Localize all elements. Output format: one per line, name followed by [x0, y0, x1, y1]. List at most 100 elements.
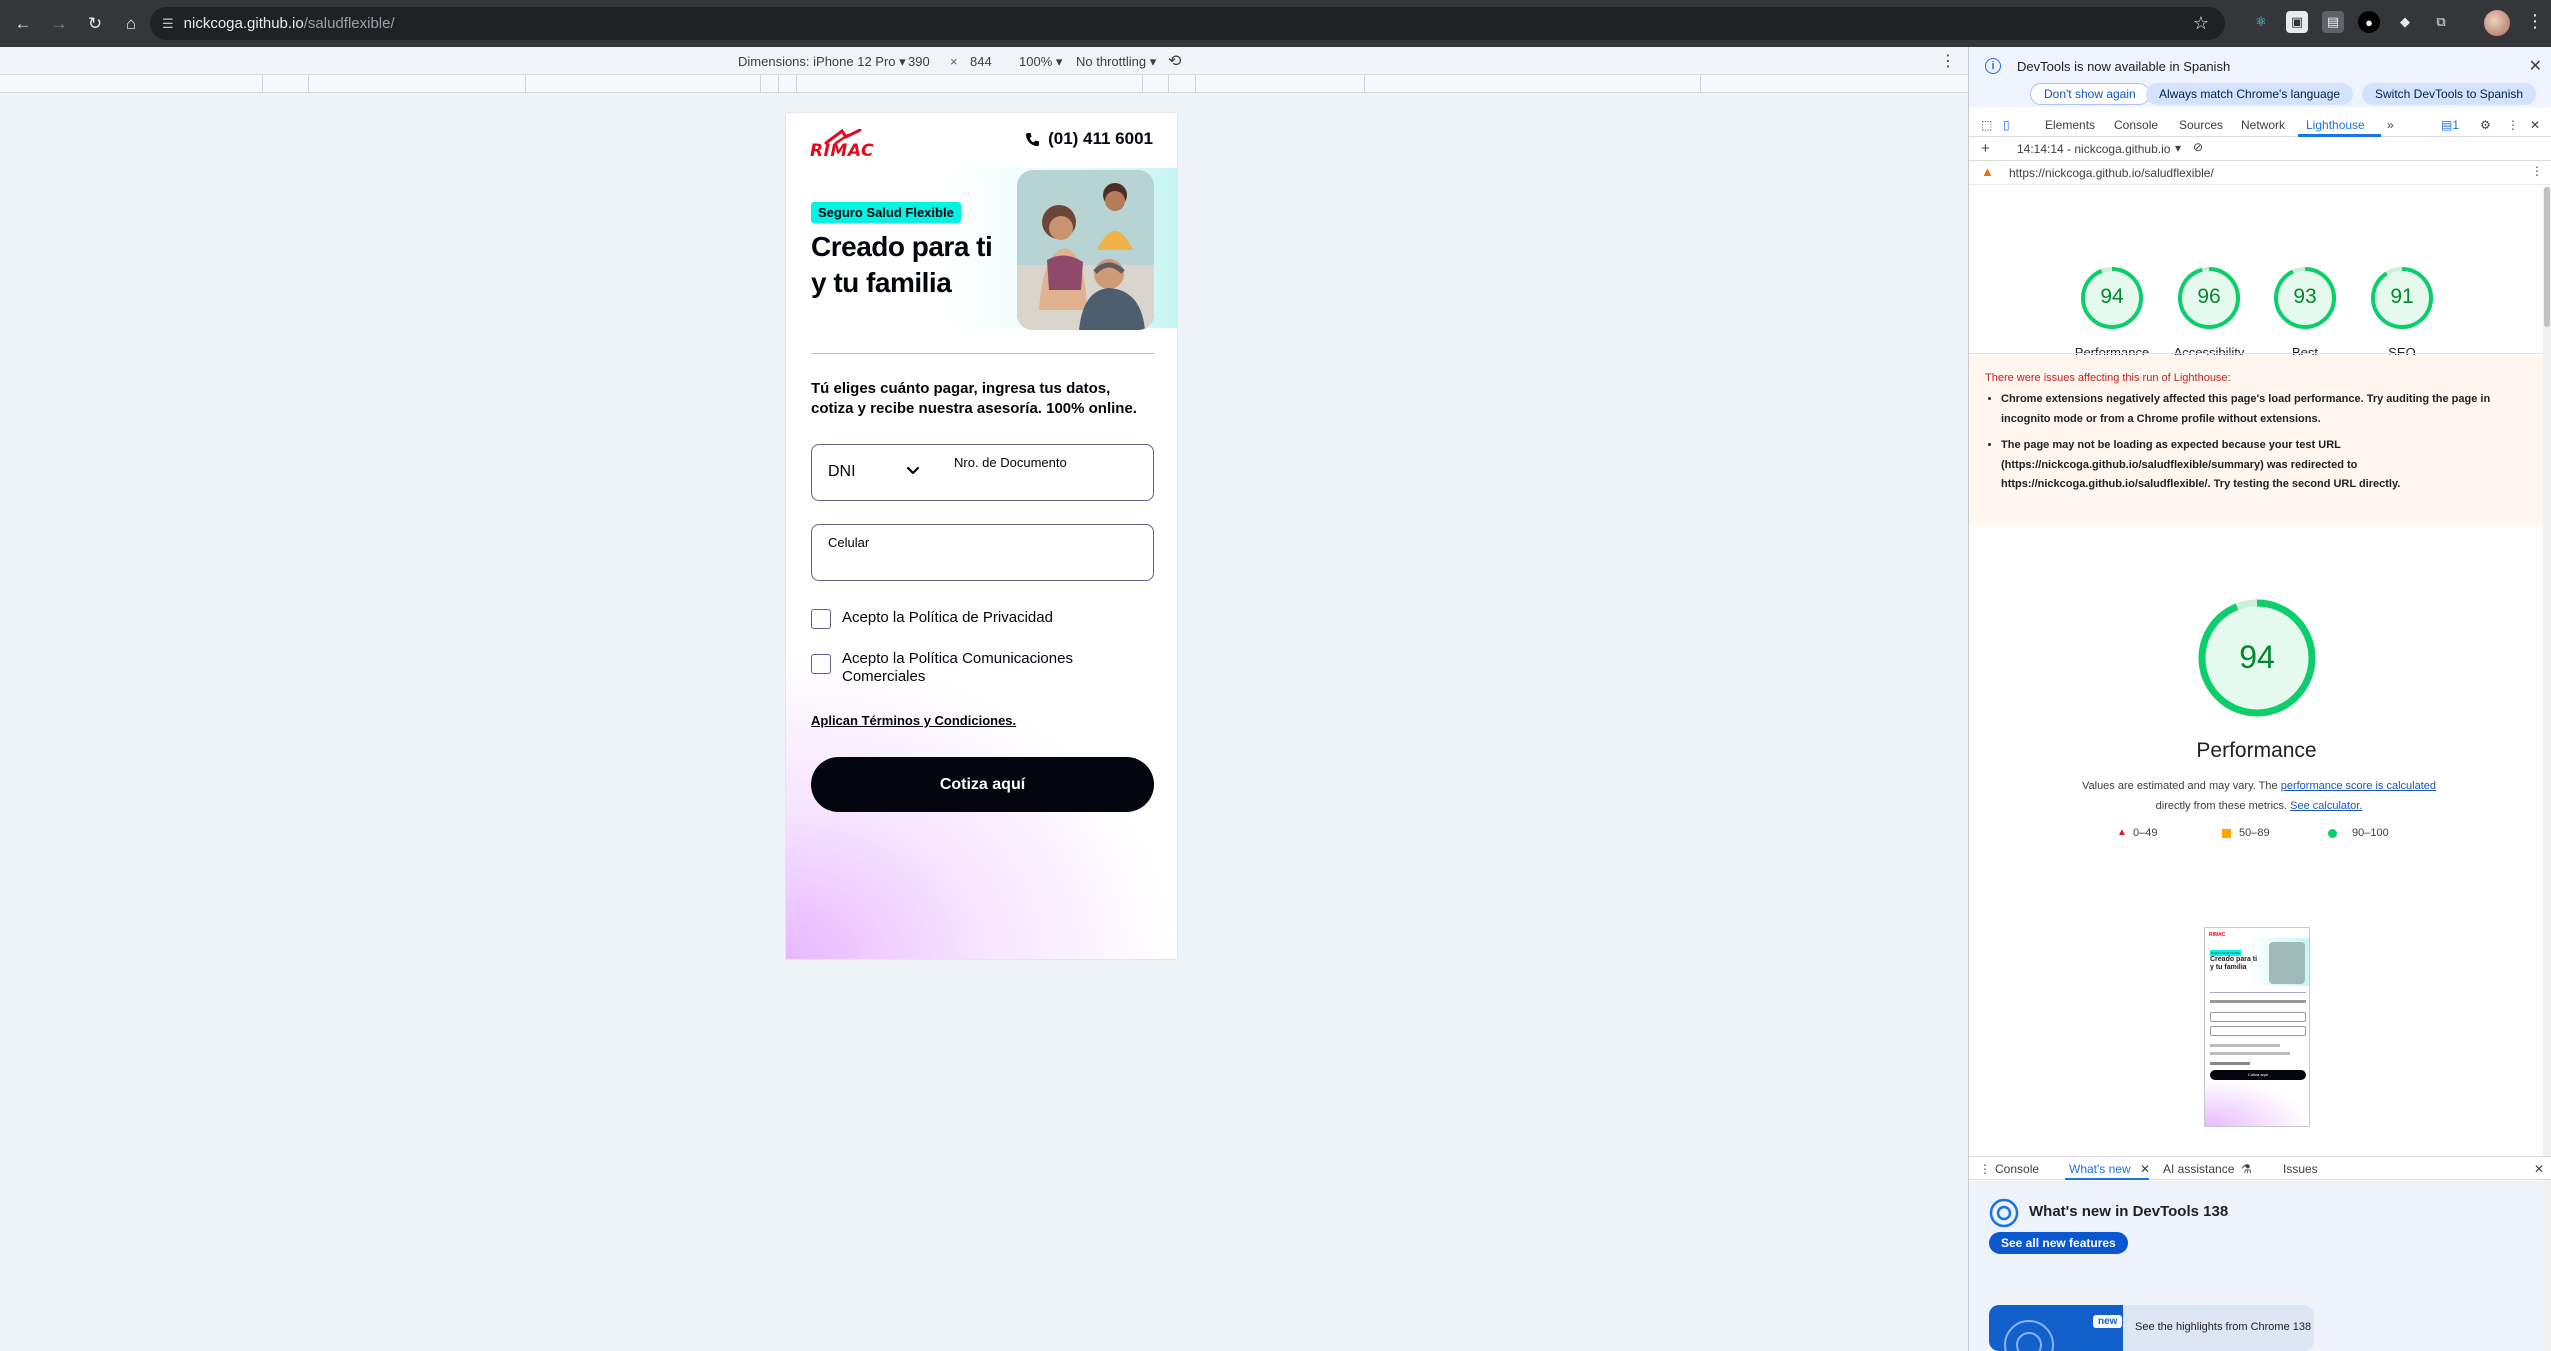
page-screenshot-thumbnail[interactable]: RIMAC Seguro Salud Flexible Creado para … [2204, 927, 2310, 1127]
address-bar[interactable]: ☰ nickcoga.github.io/saludflexible/ ☆ [150, 7, 2225, 40]
devtools-menu-icon[interactable]: ⋮ [2507, 118, 2519, 132]
media-query-ruler [0, 75, 1968, 93]
tab-sources[interactable]: Sources [2179, 118, 2223, 132]
drawer-menu-icon[interactable]: ⋮ [1979, 1162, 1991, 1176]
more-tabs-icon[interactable]: » [2387, 118, 2394, 132]
device-toggle-icon[interactable]: ▯ [2003, 118, 2010, 132]
privacy-checkbox[interactable] [811, 609, 831, 629]
tab-lighthouse[interactable]: Lighthouse [2306, 118, 2365, 132]
performance-note: Values are estimated and may vary. The p… [2081, 780, 2436, 812]
whats-new-panel: What's new in DevTools 138 See all new f… [1969, 1181, 2551, 1351]
lighthouse-url-bar: ▲ https://nickcoga.github.io/saludflexib… [1969, 161, 2551, 185]
site-info-icon[interactable]: ☰ [162, 16, 174, 32]
legend-average: 50–89 [2239, 827, 2270, 839]
extension-icon[interactable]: ▤ [2322, 11, 2344, 33]
legend-fail: 0–49 [2133, 827, 2158, 839]
switch-to-spanish-button[interactable]: Switch DevTools to Spanish [2362, 83, 2537, 105]
url-host: nickcoga.github.io [183, 15, 304, 32]
url-path: /saludflexible/ [303, 15, 395, 32]
thumb-title: Creado para ti y tu familia [2210, 956, 2258, 971]
phone-input-field[interactable]: Celular [811, 524, 1154, 581]
close-icon[interactable]: ✕ [2529, 56, 2542, 76]
tab-elements[interactable]: Elements [2045, 118, 2095, 132]
legend-pass: 90–100 [2352, 827, 2389, 839]
average-square-icon [2222, 829, 2231, 838]
communications-checkbox[interactable] [811, 654, 831, 674]
chrome-devtools-icon [1989, 1198, 2019, 1228]
tab-console[interactable]: Console [2114, 118, 2158, 132]
diamond-extension-icon[interactable]: ◆ [2394, 11, 2416, 33]
image-extension-icon[interactable]: ▣ [2286, 11, 2308, 33]
flask-icon: ⚗ [2241, 1162, 2252, 1176]
device-width-input[interactable]: 390 [908, 54, 930, 69]
rimac-logo[interactable]: RIMAC [810, 125, 876, 163]
settings-gear-icon[interactable]: ⚙ [2480, 118, 2491, 132]
match-language-button[interactable]: Always match Chrome's language [2146, 83, 2354, 105]
zoom-select[interactable]: 100% ▾ [1019, 54, 1062, 70]
phone-number-text: (01) 411 6001 [1048, 129, 1153, 148]
rotate-icon[interactable]: ⟲ [1168, 51, 1181, 71]
drawer-tab-whats-new[interactable]: What's new [2069, 1162, 2131, 1176]
drawer-tab-ai-assistance[interactable]: AI assistance [2163, 1162, 2234, 1176]
reload-icon[interactable]: ↻ [82, 11, 108, 37]
back-arrow-icon[interactable]: ← [10, 11, 36, 37]
score-calculated-link[interactable]: performance score is calculated [2281, 780, 2436, 792]
report-menu-icon[interactable]: ⋮ [2531, 164, 2543, 178]
clear-reports-icon[interactable]: ⊘ [2193, 140, 2203, 154]
highlights-card[interactable]: new See the highlights from Chrome 138 [1989, 1305, 2314, 1351]
react-extension-icon[interactable]: ⚛ [2250, 11, 2272, 33]
close-devtools-icon[interactable]: ✕ [2530, 118, 2540, 132]
forward-arrow-icon[interactable]: → [46, 11, 72, 37]
inspect-element-icon[interactable]: ⬚ [1981, 118, 1992, 132]
drawer-tab-issues[interactable]: Issues [2283, 1162, 2318, 1176]
browser-toolbar: ← → ↻ ⌂ ☰ nickcoga.github.io/saludflexib… [0, 0, 2551, 47]
report-url[interactable]: https://nickcoga.github.io/saludflexible… [2009, 166, 2214, 180]
phone-contact-link[interactable]: (01) 411 6001 [1025, 129, 1153, 149]
report-scrollbar[interactable] [2543, 187, 2551, 1197]
highlights-text: See the highlights from Chrome 138 [2135, 1321, 2312, 1333]
terms-link[interactable]: Aplican Términos y Condiciones. [811, 713, 1016, 728]
chrome-menu-icon[interactable]: ⋮ [2526, 11, 2544, 32]
device-toolbar-menu-icon[interactable]: ⋮ [1940, 51, 1956, 71]
chevron-down-icon[interactable] [904, 461, 922, 479]
performance-heading: Performance [2196, 739, 2317, 762]
new-badge: new [2093, 1315, 2123, 1328]
warning-item: Chrome extensions negatively affected th… [2001, 390, 2511, 429]
bookmark-star-icon[interactable]: ☆ [2193, 13, 2209, 34]
performance-score-large: 94 [2239, 639, 2275, 675]
devtools-panel: i DevTools is now available in Spanish ✕… [1968, 47, 2551, 1351]
warning-item: The page may not be loading as expected … [2001, 436, 2511, 495]
tab-network[interactable]: Network [2241, 118, 2285, 132]
drawer-scrollbar[interactable] [2544, 1181, 2551, 1351]
close-whats-new-icon[interactable]: ✕ [2140, 1162, 2150, 1176]
banner-message: DevTools is now available in Spanish [2017, 59, 2231, 74]
close-drawer-icon[interactable]: ✕ [2534, 1162, 2544, 1176]
communications-checkbox-label: Acepto la Política Comunicaciones Comerc… [842, 650, 1073, 685]
home-icon[interactable]: ⌂ [118, 11, 144, 37]
hero-description: Tú eliges cuánto pagar, ingresa tus dato… [811, 380, 1137, 417]
document-type-select[interactable]: DNI [828, 463, 856, 481]
lighthouse-warnings: There were issues affecting this run of … [1969, 355, 2544, 525]
report-dropdown-icon[interactable]: ▾ [2175, 141, 2181, 155]
quote-button[interactable]: Cotiza aquí [811, 757, 1154, 812]
report-selector[interactable]: 14:14:14 - nickcoga.github.io [2017, 142, 2170, 156]
profile-avatar[interactable] [2484, 10, 2510, 36]
device-dimensions-select[interactable]: Dimensions: iPhone 12 Pro ▾ [738, 54, 906, 70]
see-calculator-link[interactable]: See calculator. [2290, 800, 2362, 812]
devtools-tabs: ⬚ ▯ Elements Console Sources Network Lig… [1969, 113, 2551, 137]
drawer-tab-console[interactable]: Console [1995, 1162, 2039, 1176]
see-all-features-button[interactable]: See all new features [1989, 1232, 2128, 1254]
throttling-select[interactable]: No throttling ▾ [1076, 54, 1156, 70]
issues-counter[interactable]: ▤1 [2441, 118, 2459, 132]
device-height-input[interactable]: 844 [970, 54, 992, 69]
document-number-input[interactable]: Nro. de Documento [954, 455, 1067, 470]
dont-show-again-button[interactable]: Don't show again [2030, 83, 2150, 105]
rimac-wordmark: RIMAC [810, 141, 874, 161]
info-icon: i [1985, 58, 2001, 74]
section-divider [811, 353, 1154, 354]
dark-extension-icon[interactable]: ● [2358, 11, 2380, 33]
extensions-area: ⚛ ▣ ▤ ● ◆ ⧉ [2250, 11, 2452, 33]
extensions-puzzle-icon[interactable]: ⧉ [2430, 11, 2452, 33]
new-report-plus-icon[interactable]: + [1981, 140, 1990, 157]
whats-new-title: What's new in DevTools 138 [2029, 1203, 2229, 1220]
